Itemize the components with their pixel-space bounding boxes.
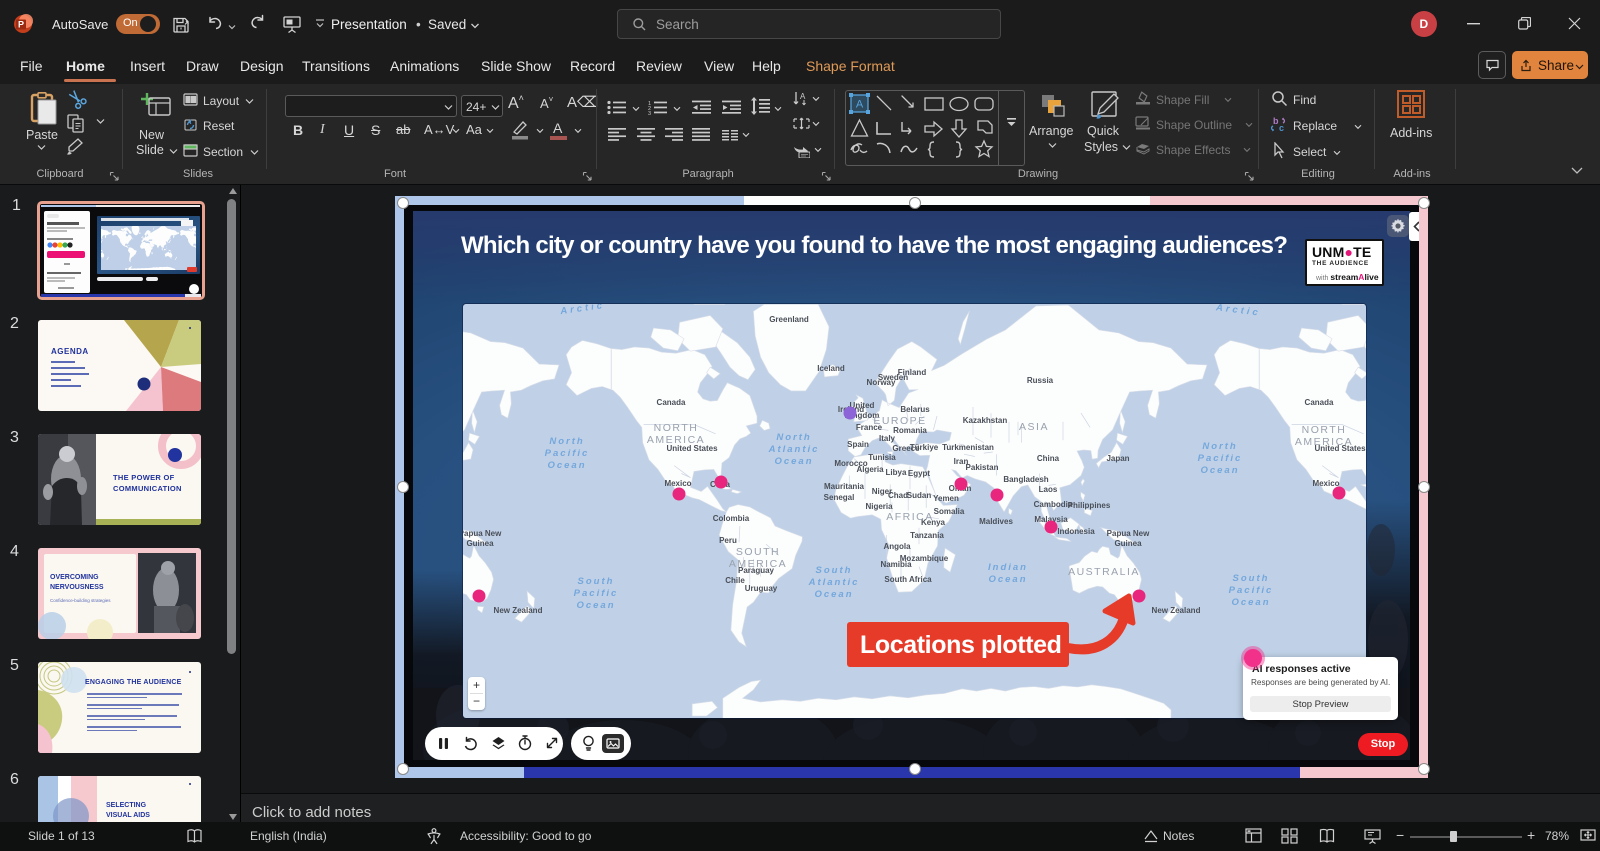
svg-text:P: P	[18, 20, 24, 30]
svg-text:A: A	[856, 99, 864, 111]
svg-text:A: A	[800, 92, 806, 101]
svg-text:c: c	[1279, 123, 1284, 133]
svg-text:3: 3	[648, 111, 651, 115]
